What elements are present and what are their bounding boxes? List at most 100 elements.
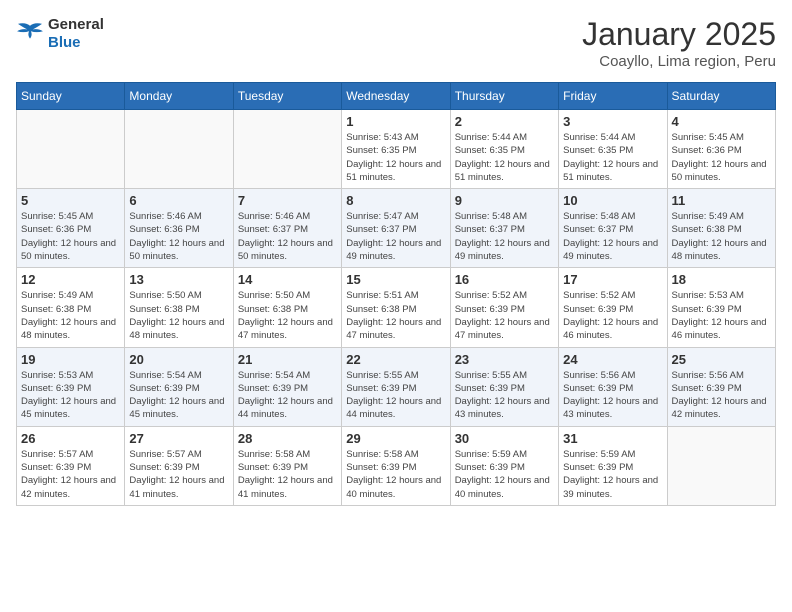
day-number: 23 [455, 352, 554, 367]
page-header: General Blue January 2025 Coayllo, Lima … [16, 16, 776, 70]
day-info: Sunrise: 5:48 AMSunset: 6:37 PMDaylight:… [563, 210, 662, 263]
day-number: 29 [346, 431, 445, 446]
day-info: Sunrise: 5:47 AMSunset: 6:37 PMDaylight:… [346, 210, 445, 263]
day-number: 3 [563, 114, 662, 129]
day-info: Sunrise: 5:49 AMSunset: 6:38 PMDaylight:… [672, 210, 771, 263]
calendar-cell: 16 Sunrise: 5:52 AMSunset: 6:39 PMDayligh… [450, 268, 558, 347]
weekday-header: Saturday [667, 83, 775, 110]
day-number: 27 [129, 431, 228, 446]
calendar-cell: 7Sunrise: 5:46 AMSunset: 6:37 PMDaylight… [233, 189, 341, 268]
weekday-header: Monday [125, 83, 233, 110]
day-info: Sunrise: 5:46 AMSunset: 6:37 PMDaylight:… [238, 210, 337, 263]
logo-general: General [48, 16, 104, 33]
day-info: Sunrise: 5:55 AMSunset: 6:39 PMDaylight:… [455, 369, 554, 422]
weekday-header: Thursday [450, 83, 558, 110]
calendar-cell: 1 Sunrise: 5:43 AMSunset: 6:35 PMDaylight… [342, 110, 450, 189]
calendar-cell: 9 Sunrise: 5:48 AMSunset: 6:37 PMDaylight… [450, 189, 558, 268]
day-info: Sunrise: 5:46 AMSunset: 6:36 PMDaylight:… [129, 210, 228, 263]
day-info: Sunrise: 5:50 AMSunset: 6:38 PMDaylight:… [129, 289, 228, 342]
calendar-cell: 23 Sunrise: 5:55 AMSunset: 6:39 PMDayligh… [450, 347, 558, 426]
calendar-cell: 8 Sunrise: 5:47 AMSunset: 6:37 PMDaylight… [342, 189, 450, 268]
calendar-cell: 14 Sunrise: 5:50 AMSunset: 6:38 PMDayligh… [233, 268, 341, 347]
calendar-cell: 15Sunrise: 5:51 AMSunset: 6:38 PMDayligh… [342, 268, 450, 347]
day-info: Sunrise: 5:57 AMSunset: 6:39 PMDaylight:… [21, 448, 120, 501]
calendar-cell: 20Sunrise: 5:54 AMSunset: 6:39 PMDayligh… [125, 347, 233, 426]
calendar-table: SundayMondayTuesdayWednesdayThursdayFrid… [16, 82, 776, 506]
day-number: 11 [672, 193, 771, 208]
day-info: Sunrise: 5:52 AMSunset: 6:39 PMDaylight:… [455, 289, 554, 342]
day-number: 4 [672, 114, 771, 129]
day-number: 26 [21, 431, 120, 446]
day-number: 22 [346, 352, 445, 367]
day-number: 31 [563, 431, 662, 446]
calendar-cell [17, 110, 125, 189]
month-title: January 2025 [582, 16, 776, 53]
logo-text: General Blue [48, 16, 104, 52]
day-number: 16 [455, 272, 554, 287]
calendar-cell: 30 Sunrise: 5:59 AMSunset: 6:39 PMDayligh… [450, 426, 558, 505]
day-info: Sunrise: 5:44 AMSunset: 6:35 PMDaylight:… [563, 131, 662, 184]
day-number: 13 [129, 272, 228, 287]
day-number: 9 [455, 193, 554, 208]
day-number: 21 [238, 352, 337, 367]
day-info: Sunrise: 5:52 AMSunset: 6:39 PMDaylight:… [563, 289, 662, 342]
day-info: Sunrise: 5:49 AMSunset: 6:38 PMDaylight:… [21, 289, 120, 342]
day-number: 5 [21, 193, 120, 208]
weekday-header: Sunday [17, 83, 125, 110]
calendar-cell: 13 Sunrise: 5:50 AMSunset: 6:38 PMDayligh… [125, 268, 233, 347]
calendar-week-row: 19 Sunrise: 5:53 AMSunset: 6:39 PMDayligh… [17, 347, 776, 426]
day-number: 2 [455, 114, 554, 129]
day-number: 14 [238, 272, 337, 287]
day-number: 30 [455, 431, 554, 446]
day-info: Sunrise: 5:53 AMSunset: 6:39 PMDaylight:… [672, 289, 771, 342]
calendar-cell [125, 110, 233, 189]
calendar-cell: 28 Sunrise: 5:58 AMSunset: 6:39 PMDayligh… [233, 426, 341, 505]
day-info: Sunrise: 5:54 AMSunset: 6:39 PMDaylight:… [238, 369, 337, 422]
day-info: Sunrise: 5:59 AMSunset: 6:39 PMDaylight:… [563, 448, 662, 501]
day-number: 1 [346, 114, 445, 129]
day-number: 24 [563, 352, 662, 367]
day-info: Sunrise: 5:53 AMSunset: 6:39 PMDaylight:… [21, 369, 120, 422]
day-info: Sunrise: 5:55 AMSunset: 6:39 PMDaylight:… [346, 369, 445, 422]
calendar-week-row: 26 Sunrise: 5:57 AMSunset: 6:39 PMDayligh… [17, 426, 776, 505]
day-info: Sunrise: 5:56 AMSunset: 6:39 PMDaylight:… [563, 369, 662, 422]
day-info: Sunrise: 5:58 AMSunset: 6:39 PMDaylight:… [346, 448, 445, 501]
calendar-cell: 31 Sunrise: 5:59 AMSunset: 6:39 PMDayligh… [559, 426, 667, 505]
calendar-cell: 24 Sunrise: 5:56 AMSunset: 6:39 PMDayligh… [559, 347, 667, 426]
day-number: 19 [21, 352, 120, 367]
day-info: Sunrise: 5:54 AMSunset: 6:39 PMDaylight:… [129, 369, 228, 422]
day-info: Sunrise: 5:48 AMSunset: 6:37 PMDaylight:… [455, 210, 554, 263]
calendar-cell: 26 Sunrise: 5:57 AMSunset: 6:39 PMDayligh… [17, 426, 125, 505]
calendar-week-row: 5 Sunrise: 5:45 AMSunset: 6:36 PMDaylight… [17, 189, 776, 268]
calendar-cell: 17Sunrise: 5:52 AMSunset: 6:39 PMDayligh… [559, 268, 667, 347]
day-number: 8 [346, 193, 445, 208]
calendar-cell [667, 426, 775, 505]
day-number: 28 [238, 431, 337, 446]
calendar-cell: 10 Sunrise: 5:48 AMSunset: 6:37 PMDayligh… [559, 189, 667, 268]
calendar-cell: 19 Sunrise: 5:53 AMSunset: 6:39 PMDayligh… [17, 347, 125, 426]
day-number: 10 [563, 193, 662, 208]
day-info: Sunrise: 5:59 AMSunset: 6:39 PMDaylight:… [455, 448, 554, 501]
calendar-cell: 2Sunrise: 5:44 AMSunset: 6:35 PMDaylight… [450, 110, 558, 189]
calendar-cell: 21 Sunrise: 5:54 AMSunset: 6:39 PMDayligh… [233, 347, 341, 426]
calendar-week-row: 1 Sunrise: 5:43 AMSunset: 6:35 PMDaylight… [17, 110, 776, 189]
weekday-header-row: SundayMondayTuesdayWednesdayThursdayFrid… [17, 83, 776, 110]
calendar-cell: 5 Sunrise: 5:45 AMSunset: 6:36 PMDaylight… [17, 189, 125, 268]
calendar-cell: 3 Sunrise: 5:44 AMSunset: 6:35 PMDaylight… [559, 110, 667, 189]
logo-icon [16, 22, 44, 46]
day-number: 12 [21, 272, 120, 287]
day-number: 18 [672, 272, 771, 287]
calendar-cell [233, 110, 341, 189]
day-info: Sunrise: 5:45 AMSunset: 6:36 PMDaylight:… [21, 210, 120, 263]
day-number: 15 [346, 272, 445, 287]
calendar-cell: 4Sunrise: 5:45 AMSunset: 6:36 PMDaylight… [667, 110, 775, 189]
calendar-cell: 22 Sunrise: 5:55 AMSunset: 6:39 PMDayligh… [342, 347, 450, 426]
calendar-week-row: 12 Sunrise: 5:49 AMSunset: 6:38 PMDayligh… [17, 268, 776, 347]
day-info: Sunrise: 5:43 AMSunset: 6:35 PMDaylight:… [346, 131, 445, 184]
day-info: Sunrise: 5:58 AMSunset: 6:39 PMDaylight:… [238, 448, 337, 501]
day-number: 25 [672, 352, 771, 367]
day-number: 6 [129, 193, 228, 208]
calendar-cell: 18 Sunrise: 5:53 AMSunset: 6:39 PMDayligh… [667, 268, 775, 347]
day-info: Sunrise: 5:50 AMSunset: 6:38 PMDaylight:… [238, 289, 337, 342]
weekday-header: Wednesday [342, 83, 450, 110]
